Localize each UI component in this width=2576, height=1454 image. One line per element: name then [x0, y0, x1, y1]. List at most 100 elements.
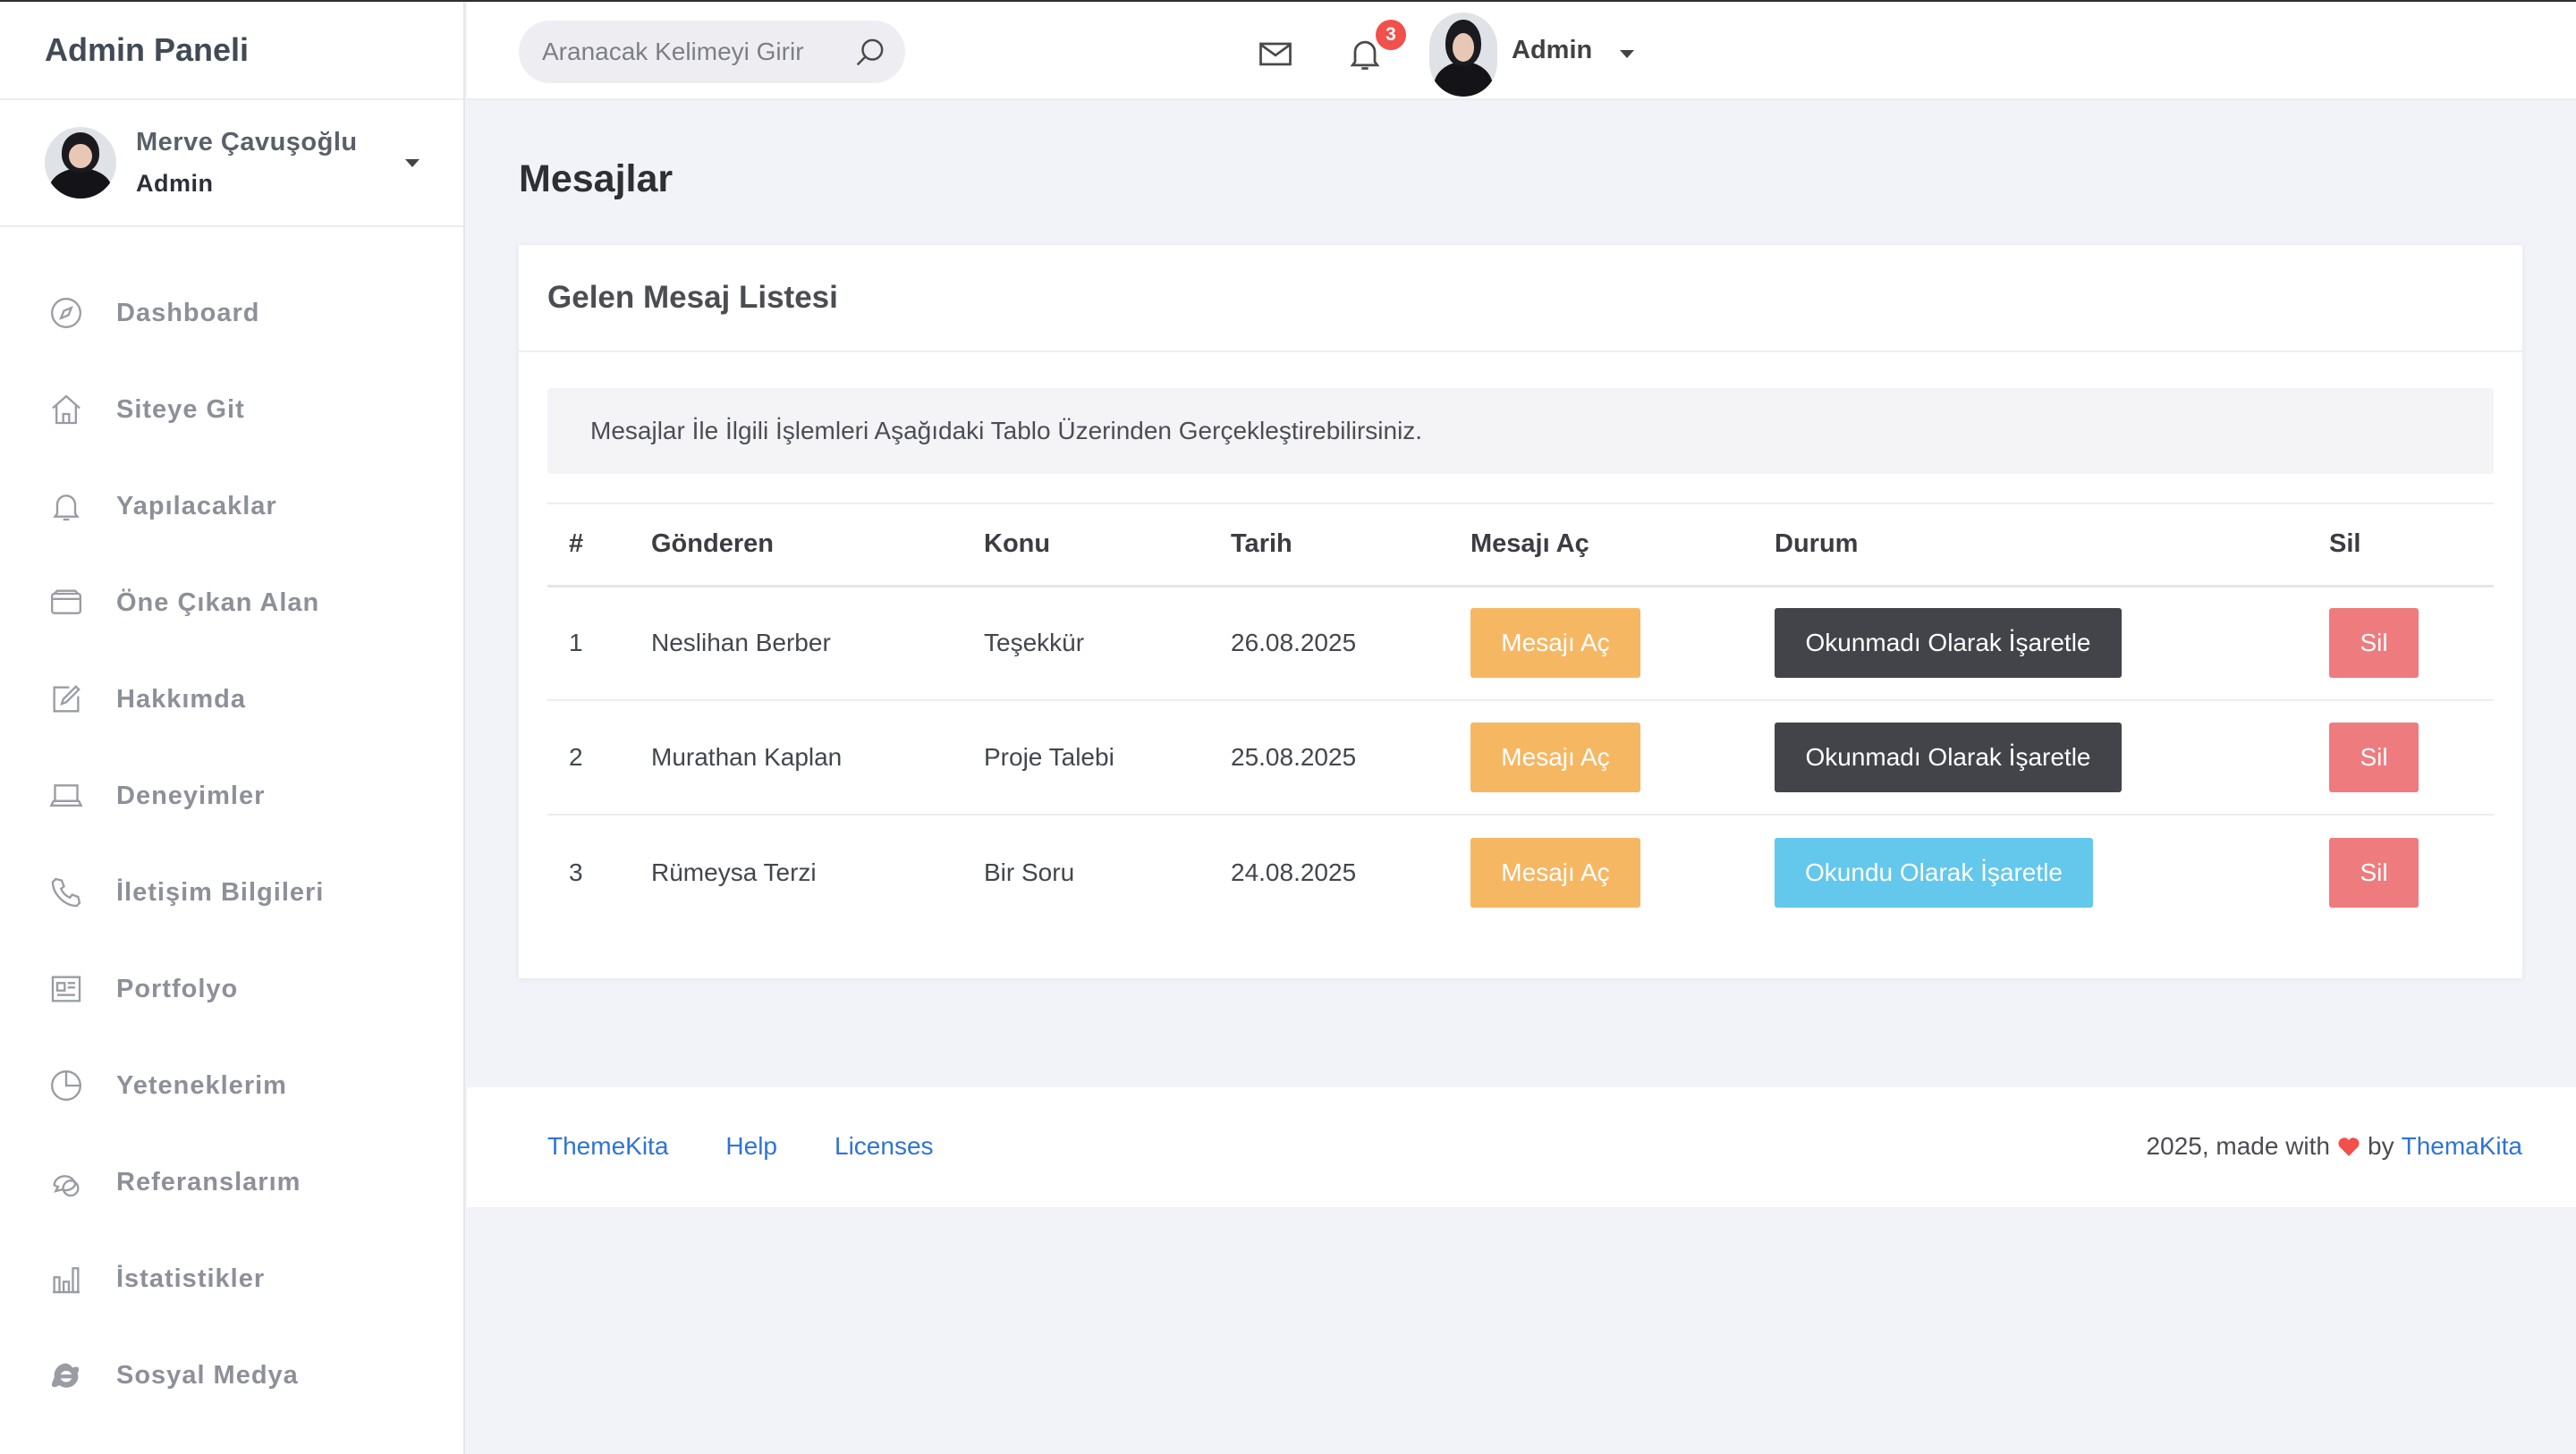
sidebar-item-label: Siteye Git	[116, 394, 245, 424]
info-alert: Mesajlar İle İlgili İşlemleri Aşağıdaki …	[547, 388, 2494, 474]
row-sender: Rümeysa Terzi	[651, 858, 817, 886]
column-header-status: Durum	[1775, 503, 2329, 588]
sidebar-item-referanslarim[interactable]: Referanslarım	[0, 1134, 463, 1230]
row-subject: Proje Talebi	[984, 700, 1231, 816]
column-header-open: Mesajı Aç	[1470, 503, 1775, 588]
table-row: 1 Neslihan Berber Teşekkür 26.08.2025 Me…	[547, 586, 2494, 701]
row-subject: Teşekkür	[984, 586, 1231, 701]
newspaper-icon	[47, 969, 86, 1009]
heart-icon	[2338, 1137, 2360, 1156]
notification-badge: 3	[1376, 20, 1406, 50]
footer-credit: 2025, made with by ThemaKita	[2147, 1132, 2522, 1161]
sidebar-item-hakkimda[interactable]: Hakkımda	[0, 651, 463, 748]
sidebar-item-yeteneklerim[interactable]: Yeteneklerim	[0, 1037, 463, 1134]
user-name: Merve Çavuşoğlu	[136, 128, 358, 156]
sidebar-item-siteye-git[interactable]: Siteye Git	[0, 361, 463, 458]
messages-card: Gelen Mesaj Listesi Mesajlar İle İlgili …	[519, 245, 2522, 978]
sidebar-item-label: Yapılacaklar	[116, 491, 277, 520]
caret-down-icon[interactable]	[1620, 50, 1634, 58]
footer-link-themekita[interactable]: ThemeKita	[547, 1132, 668, 1161]
wallet-icon	[47, 583, 86, 622]
globe-icon	[47, 1356, 86, 1395]
page-title: Mesajlar	[519, 157, 674, 200]
open-message-button[interactable]: Mesajı Aç	[1470, 608, 1640, 679]
row-sender: Murathan Kaplan	[651, 700, 984, 816]
delete-button[interactable]: Sil	[2329, 837, 2419, 908]
search-input[interactable]	[542, 38, 837, 66]
sidebar-item-iletisim-bilgileri[interactable]: İletişim Bilgileri	[0, 844, 463, 941]
column-header-delete: Sil	[2329, 503, 2494, 588]
column-header-date: Tarih	[1231, 503, 1470, 588]
home-icon	[47, 390, 86, 429]
footer-credit-link[interactable]: ThemaKita	[2402, 1132, 2522, 1161]
laptop-icon	[47, 776, 86, 816]
avatar	[45, 127, 116, 199]
sidebar-nav: Dashboard Siteye Git Yapılacaklar Öne Çı…	[0, 227, 463, 1424]
row-number: 3	[569, 858, 583, 886]
row-sender: Neslihan Berber	[651, 586, 984, 701]
bell-icon	[47, 486, 86, 526]
row-number: 2	[547, 700, 651, 816]
sidebar-item-label: İletişim Bilgileri	[116, 877, 325, 907]
footer: ThemeKita Help Licenses 2025, made with …	[467, 1087, 2576, 1207]
sidebar: Admin Paneli Merve Çavuşoğlu Admin Dashb…	[0, 2, 465, 1454]
caret-down-icon[interactable]	[405, 159, 419, 167]
sidebar-item-sosyal-medya[interactable]: Sosyal Medya	[0, 1327, 463, 1424]
compass-icon	[47, 293, 86, 333]
row-date: 24.08.2025	[1231, 858, 1357, 886]
footer-link-help[interactable]: Help	[725, 1132, 777, 1161]
search-bar	[519, 21, 905, 83]
delete-button[interactable]: Sil	[2329, 608, 2419, 679]
mark-unread-button[interactable]: Okunmadı Olarak İşaretle	[1775, 723, 2122, 792]
row-date: 25.08.2025	[1231, 700, 1470, 816]
sidebar-item-dashboard[interactable]: Dashboard	[0, 265, 463, 361]
sidebar-item-label: Deneyimler	[116, 781, 266, 810]
footer-link-licenses[interactable]: Licenses	[835, 1132, 934, 1161]
pie-chart-icon	[47, 1066, 86, 1105]
row-subject: Bir Soru	[984, 858, 1075, 886]
sidebar-item-label: Portfolyo	[116, 974, 239, 1003]
header-avatar[interactable]	[1429, 13, 1497, 97]
user-role: Admin	[136, 170, 214, 197]
column-header-number: #	[547, 503, 651, 588]
row-date: 26.08.2025	[1231, 586, 1470, 701]
delete-button[interactable]: Sil	[2329, 723, 2419, 792]
sidebar-item-label: Hakkımda	[116, 684, 247, 714]
sidebar-item-deneyimler[interactable]: Deneyimler	[0, 748, 463, 844]
sidebar-item-label: Referanslarım	[116, 1167, 301, 1196]
phone-icon	[47, 873, 86, 912]
edit-icon	[47, 680, 86, 719]
sidebar-user-profile[interactable]: Merve Çavuşoğlu Admin	[0, 100, 463, 227]
column-header-subject: Konu	[984, 503, 1231, 588]
sidebar-item-label: Yeteneklerim	[116, 1070, 287, 1100]
chat-icon	[47, 1162, 86, 1202]
open-message-button[interactable]: Mesajı Aç	[1470, 837, 1640, 908]
search-icon[interactable]	[852, 35, 887, 71]
credit-by: by	[2368, 1132, 2394, 1160]
messages-table: # Gönderen Konu Tarih Mesajı Aç Durum Si…	[547, 503, 2494, 929]
open-message-button[interactable]: Mesajı Aç	[1470, 723, 1640, 792]
sidebar-item-label: İstatistikler	[116, 1264, 266, 1293]
mail-icon[interactable]	[1256, 34, 1295, 73]
mark-read-button[interactable]: Okundu Olarak İşaretle	[1775, 837, 2093, 908]
sidebar-item-label: Sosyal Medya	[116, 1360, 299, 1390]
sidebar-item-istatistikler[interactable]: İstatistikler	[0, 1230, 463, 1327]
top-header: 3 Admin	[467, 2, 2576, 100]
header-user-name[interactable]: Admin	[1512, 36, 1592, 65]
bar-chart-icon	[47, 1259, 86, 1298]
table-row: 2 Murathan Kaplan Proje Talebi 25.08.202…	[547, 700, 2494, 816]
sidebar-item-label: Dashboard	[116, 298, 260, 327]
row-number: 1	[547, 586, 651, 701]
mark-unread-button[interactable]: Okunmadı Olarak İşaretle	[1775, 608, 2122, 679]
table-row: 3 Rümeysa Terzi Bir Soru 24.08.2025 Mesa…	[547, 815, 2494, 929]
sidebar-item-portfolyo[interactable]: Portfolyo	[0, 941, 463, 1037]
table-header-row: # Gönderen Konu Tarih Mesajı Aç Durum Si…	[547, 503, 2494, 588]
sidebar-item-one-cikan-alan[interactable]: Öne Çıkan Alan	[0, 554, 463, 651]
card-title: Gelen Mesaj Listesi	[519, 245, 2522, 352]
sidebar-item-yapilacaklar[interactable]: Yapılacaklar	[0, 458, 463, 554]
sidebar-item-label: Öne Çıkan Alan	[116, 588, 320, 617]
brand-title[interactable]: Admin Paneli	[0, 2, 463, 100]
column-header-sender: Gönderen	[651, 503, 984, 588]
footer-links: ThemeKita Help Licenses	[547, 1132, 934, 1161]
credit-prefix: 2025, made with	[2146, 1132, 2331, 1160]
